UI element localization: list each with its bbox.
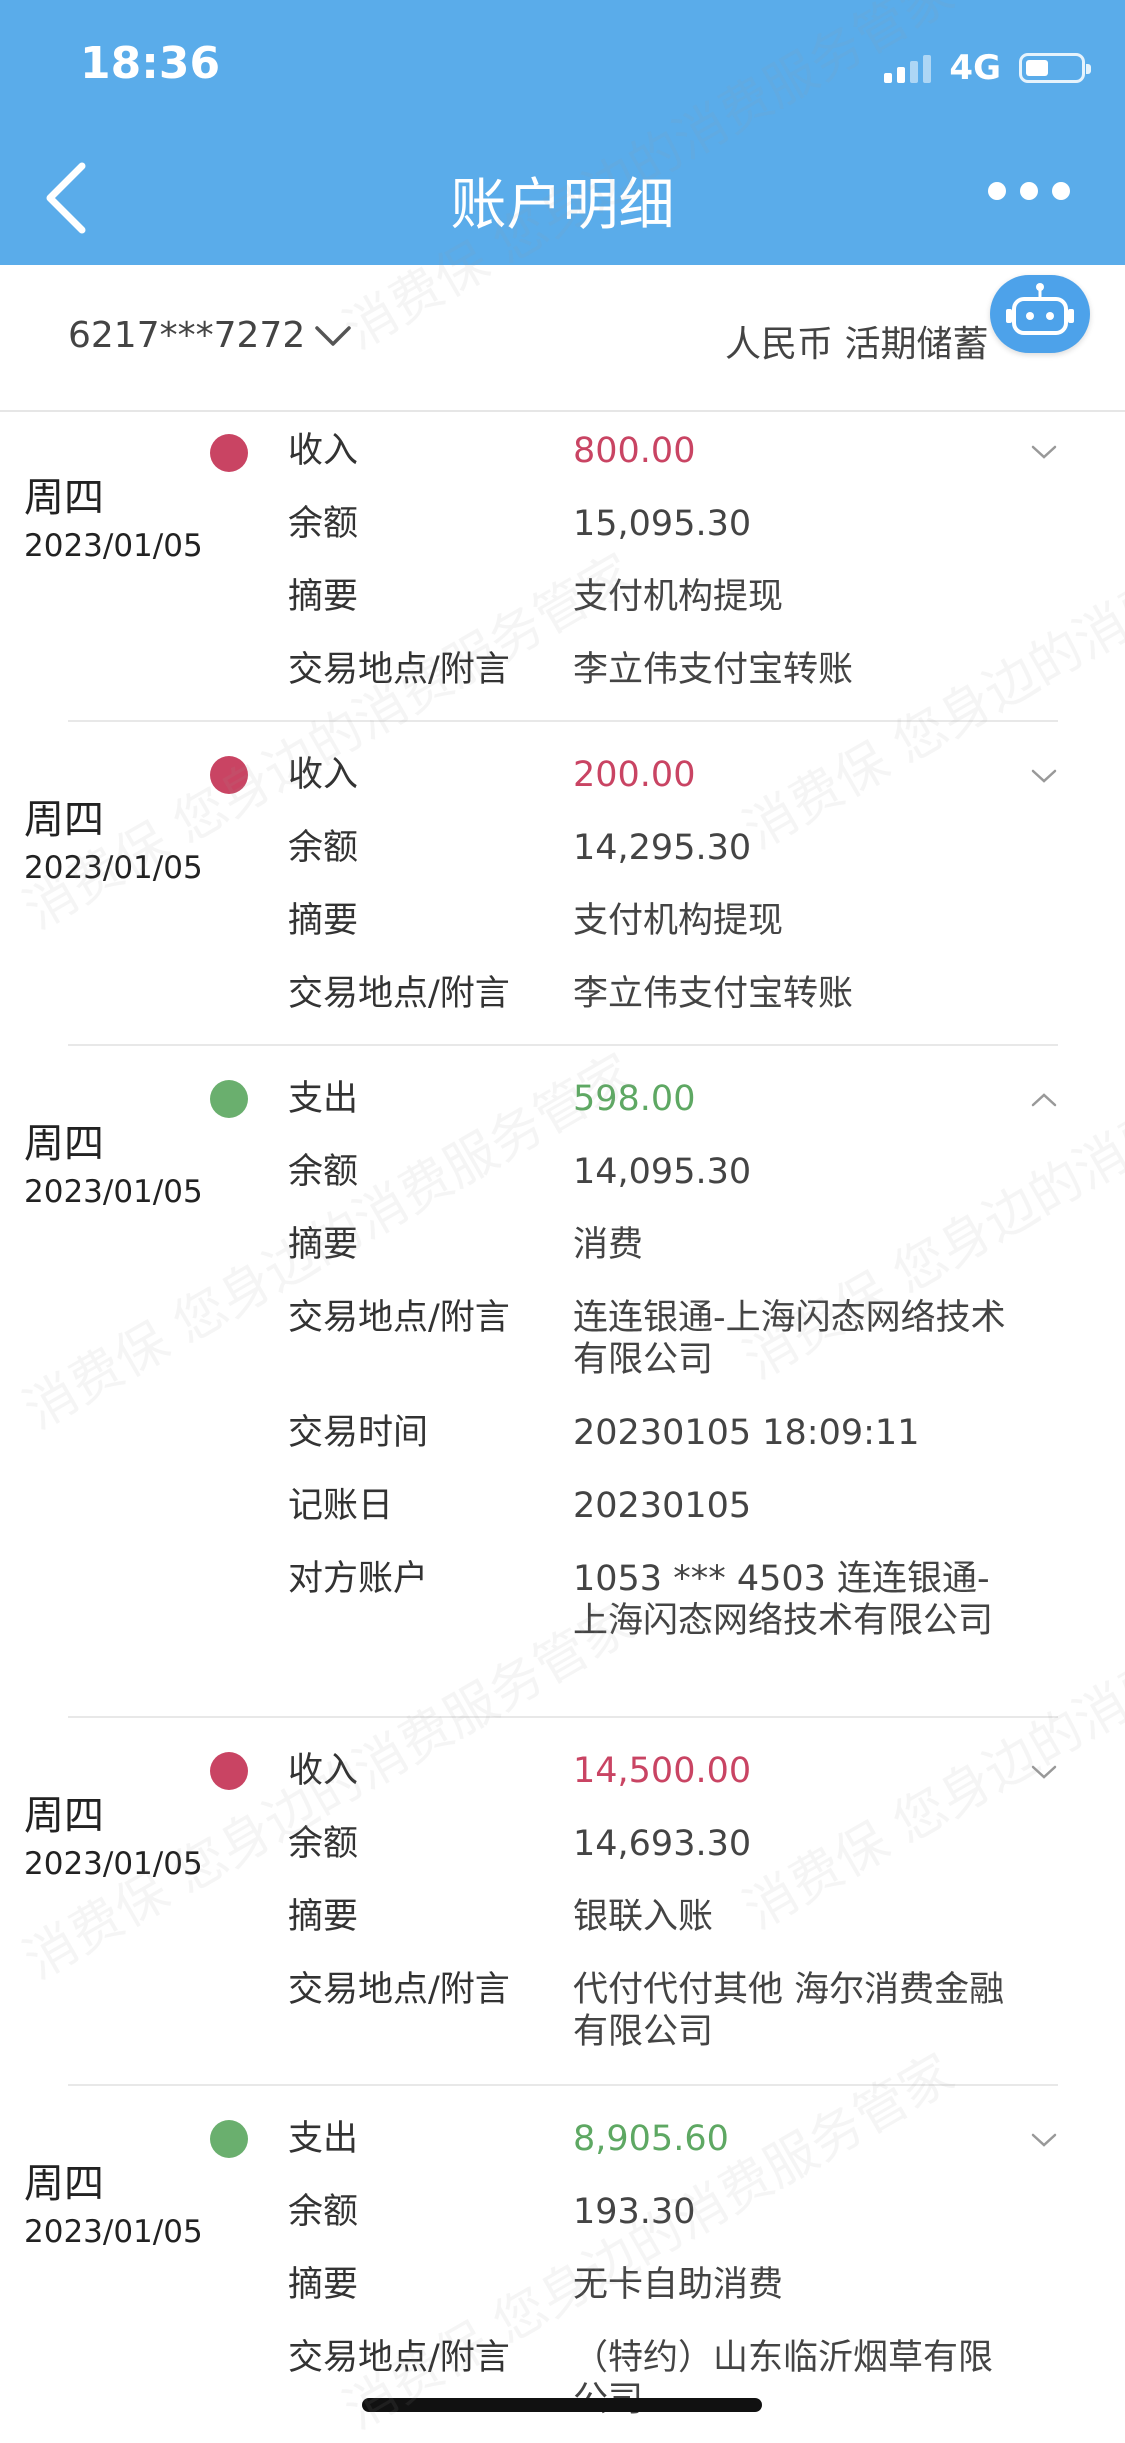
txn-date: 2023/01/05 xyxy=(24,528,203,564)
expense-dot-icon xyxy=(210,2120,248,2158)
field-value: 14,693.30 xyxy=(573,1824,752,1864)
field-amount: 200.00 xyxy=(573,755,696,795)
field-amount: 800.00 xyxy=(573,431,696,471)
field-label: 对方账户 xyxy=(288,1559,429,1599)
field-value: 20230105 18:09:11 xyxy=(573,1413,920,1453)
field-value: 14,095.30 xyxy=(573,1152,752,1192)
field-label: 摘要 xyxy=(288,2265,359,2305)
txn-date: 2023/01/05 xyxy=(24,1174,203,1210)
account-number: 6217***7272 xyxy=(68,315,306,356)
field-value: 连连银通-上海闪态网络技术有限公司 xyxy=(573,1298,1006,1380)
field-amount: 14,500.00 xyxy=(573,1751,752,1791)
field-amount: 8,905.60 xyxy=(573,2119,729,2159)
income-dot-icon xyxy=(210,756,248,794)
more-dot-icon xyxy=(988,182,1006,200)
account-bar: 6217***7272 人民币 活期储蓄 xyxy=(0,265,1125,412)
field-label: 余额 xyxy=(288,828,359,868)
field-label: 余额 xyxy=(288,504,359,544)
account-type: 人民币 活期储蓄 xyxy=(725,324,989,365)
txn-weekday: 周四 xyxy=(24,2161,104,2207)
field-value: 银联入账 xyxy=(573,1897,714,1937)
field-value: 李立伟支付宝转账 xyxy=(573,650,854,690)
field-label: 交易地点/附言 xyxy=(288,1970,510,2010)
field-label: 摘要 xyxy=(288,901,359,941)
status-time: 18:36 xyxy=(80,38,221,89)
transaction-item-expanded[interactable]: 周四 2023/01/05 支出 598.00 余额 14,095.30 摘要 … xyxy=(24,1046,1058,1718)
field-amount: 598.00 xyxy=(573,1079,696,1119)
txn-date: 2023/01/05 xyxy=(24,2214,203,2250)
field-label: 收入 xyxy=(288,755,359,795)
field-label: 交易时间 xyxy=(288,1413,429,1453)
field-label: 交易地点/附言 xyxy=(288,2338,510,2378)
field-label: 记账日 xyxy=(288,1486,394,1526)
field-label: 交易地点/附言 xyxy=(288,1298,510,1338)
field-label: 支出 xyxy=(288,2119,359,2159)
transaction-item[interactable]: 周四 2023/01/05 支出 8,905.60 余额 193.30 摘要 无… xyxy=(24,2086,1058,2420)
transaction-item[interactable]: 周四 2023/01/05 收入 14,500.00 余额 14,693.30 … xyxy=(24,1718,1058,2086)
transaction-list: 周四 2023/01/05 收入 800.00 余额 15,095.30 摘要 … xyxy=(0,410,1125,2420)
home-indicator[interactable] xyxy=(362,2398,762,2412)
battery-icon xyxy=(1019,53,1091,83)
field-value: 支付机构提现 xyxy=(573,901,784,941)
field-label: 交易地点/附言 xyxy=(288,974,510,1014)
txn-weekday: 周四 xyxy=(24,1793,104,1839)
field-label: 余额 xyxy=(288,1152,359,1192)
more-dot-icon xyxy=(1020,182,1038,200)
transaction-item[interactable]: 周四 2023/01/05 收入 200.00 余额 14,295.30 摘要 … xyxy=(24,722,1058,1046)
txn-weekday: 周四 xyxy=(24,1121,104,1167)
income-dot-icon xyxy=(210,434,248,472)
field-label: 交易地点/附言 xyxy=(288,650,510,690)
account-selector[interactable]: 6217***7272 xyxy=(68,315,353,356)
txn-date: 2023/01/05 xyxy=(24,1846,203,1882)
field-label: 收入 xyxy=(288,431,359,471)
field-value: 15,095.30 xyxy=(573,504,752,544)
network-type: 4G xyxy=(949,48,1001,88)
chevron-down-icon[interactable] xyxy=(1030,2126,1058,2154)
field-value: 消费 xyxy=(573,1225,644,1265)
page-title: 账户明细 xyxy=(450,173,675,238)
signal-icon xyxy=(884,53,932,83)
app-header: 18:36 4G 账户明细 xyxy=(0,0,1125,265)
expense-dot-icon xyxy=(210,1080,248,1118)
field-value: 20230105 xyxy=(573,1486,752,1526)
chevron-up-icon[interactable] xyxy=(1030,1086,1058,1114)
more-button[interactable] xyxy=(988,182,1070,200)
transaction-item[interactable]: 周四 2023/01/05 收入 800.00 余额 15,095.30 摘要 … xyxy=(24,410,1058,722)
field-value: 14,295.30 xyxy=(573,828,752,868)
field-value: 1053 *** 4503 连连银通-上海闪态网络技术有限公司 xyxy=(573,1559,994,1641)
field-label: 摘要 xyxy=(288,1225,359,1265)
field-label: 支出 xyxy=(288,1079,359,1119)
chevron-down-icon[interactable] xyxy=(1030,438,1058,466)
status-icons: 4G xyxy=(884,48,1091,88)
income-dot-icon xyxy=(210,1752,248,1790)
assistant-robot-button[interactable] xyxy=(990,275,1090,353)
chevron-down-icon[interactable] xyxy=(1030,762,1058,790)
chevron-down-icon xyxy=(315,325,351,346)
txn-weekday: 周四 xyxy=(24,475,104,521)
field-label: 余额 xyxy=(288,1824,359,1864)
field-value: 无卡自助消费 xyxy=(573,2265,784,2305)
robot-icon xyxy=(1006,283,1074,335)
chevron-down-icon[interactable] xyxy=(1030,1758,1058,1786)
field-label: 摘要 xyxy=(288,1897,359,1937)
field-value: 李立伟支付宝转账 xyxy=(573,974,854,1014)
txn-weekday: 周四 xyxy=(24,797,104,843)
field-label: 摘要 xyxy=(288,577,359,617)
field-value: 193.30 xyxy=(573,2192,696,2232)
field-label: 余额 xyxy=(288,2192,359,2232)
field-value: 支付机构提现 xyxy=(573,577,784,617)
txn-date: 2023/01/05 xyxy=(24,850,203,886)
field-label: 收入 xyxy=(288,1751,359,1791)
field-value: 代付代付其他 海尔消费金融有限公司 xyxy=(573,1970,1005,2052)
more-dot-icon xyxy=(1052,182,1070,200)
